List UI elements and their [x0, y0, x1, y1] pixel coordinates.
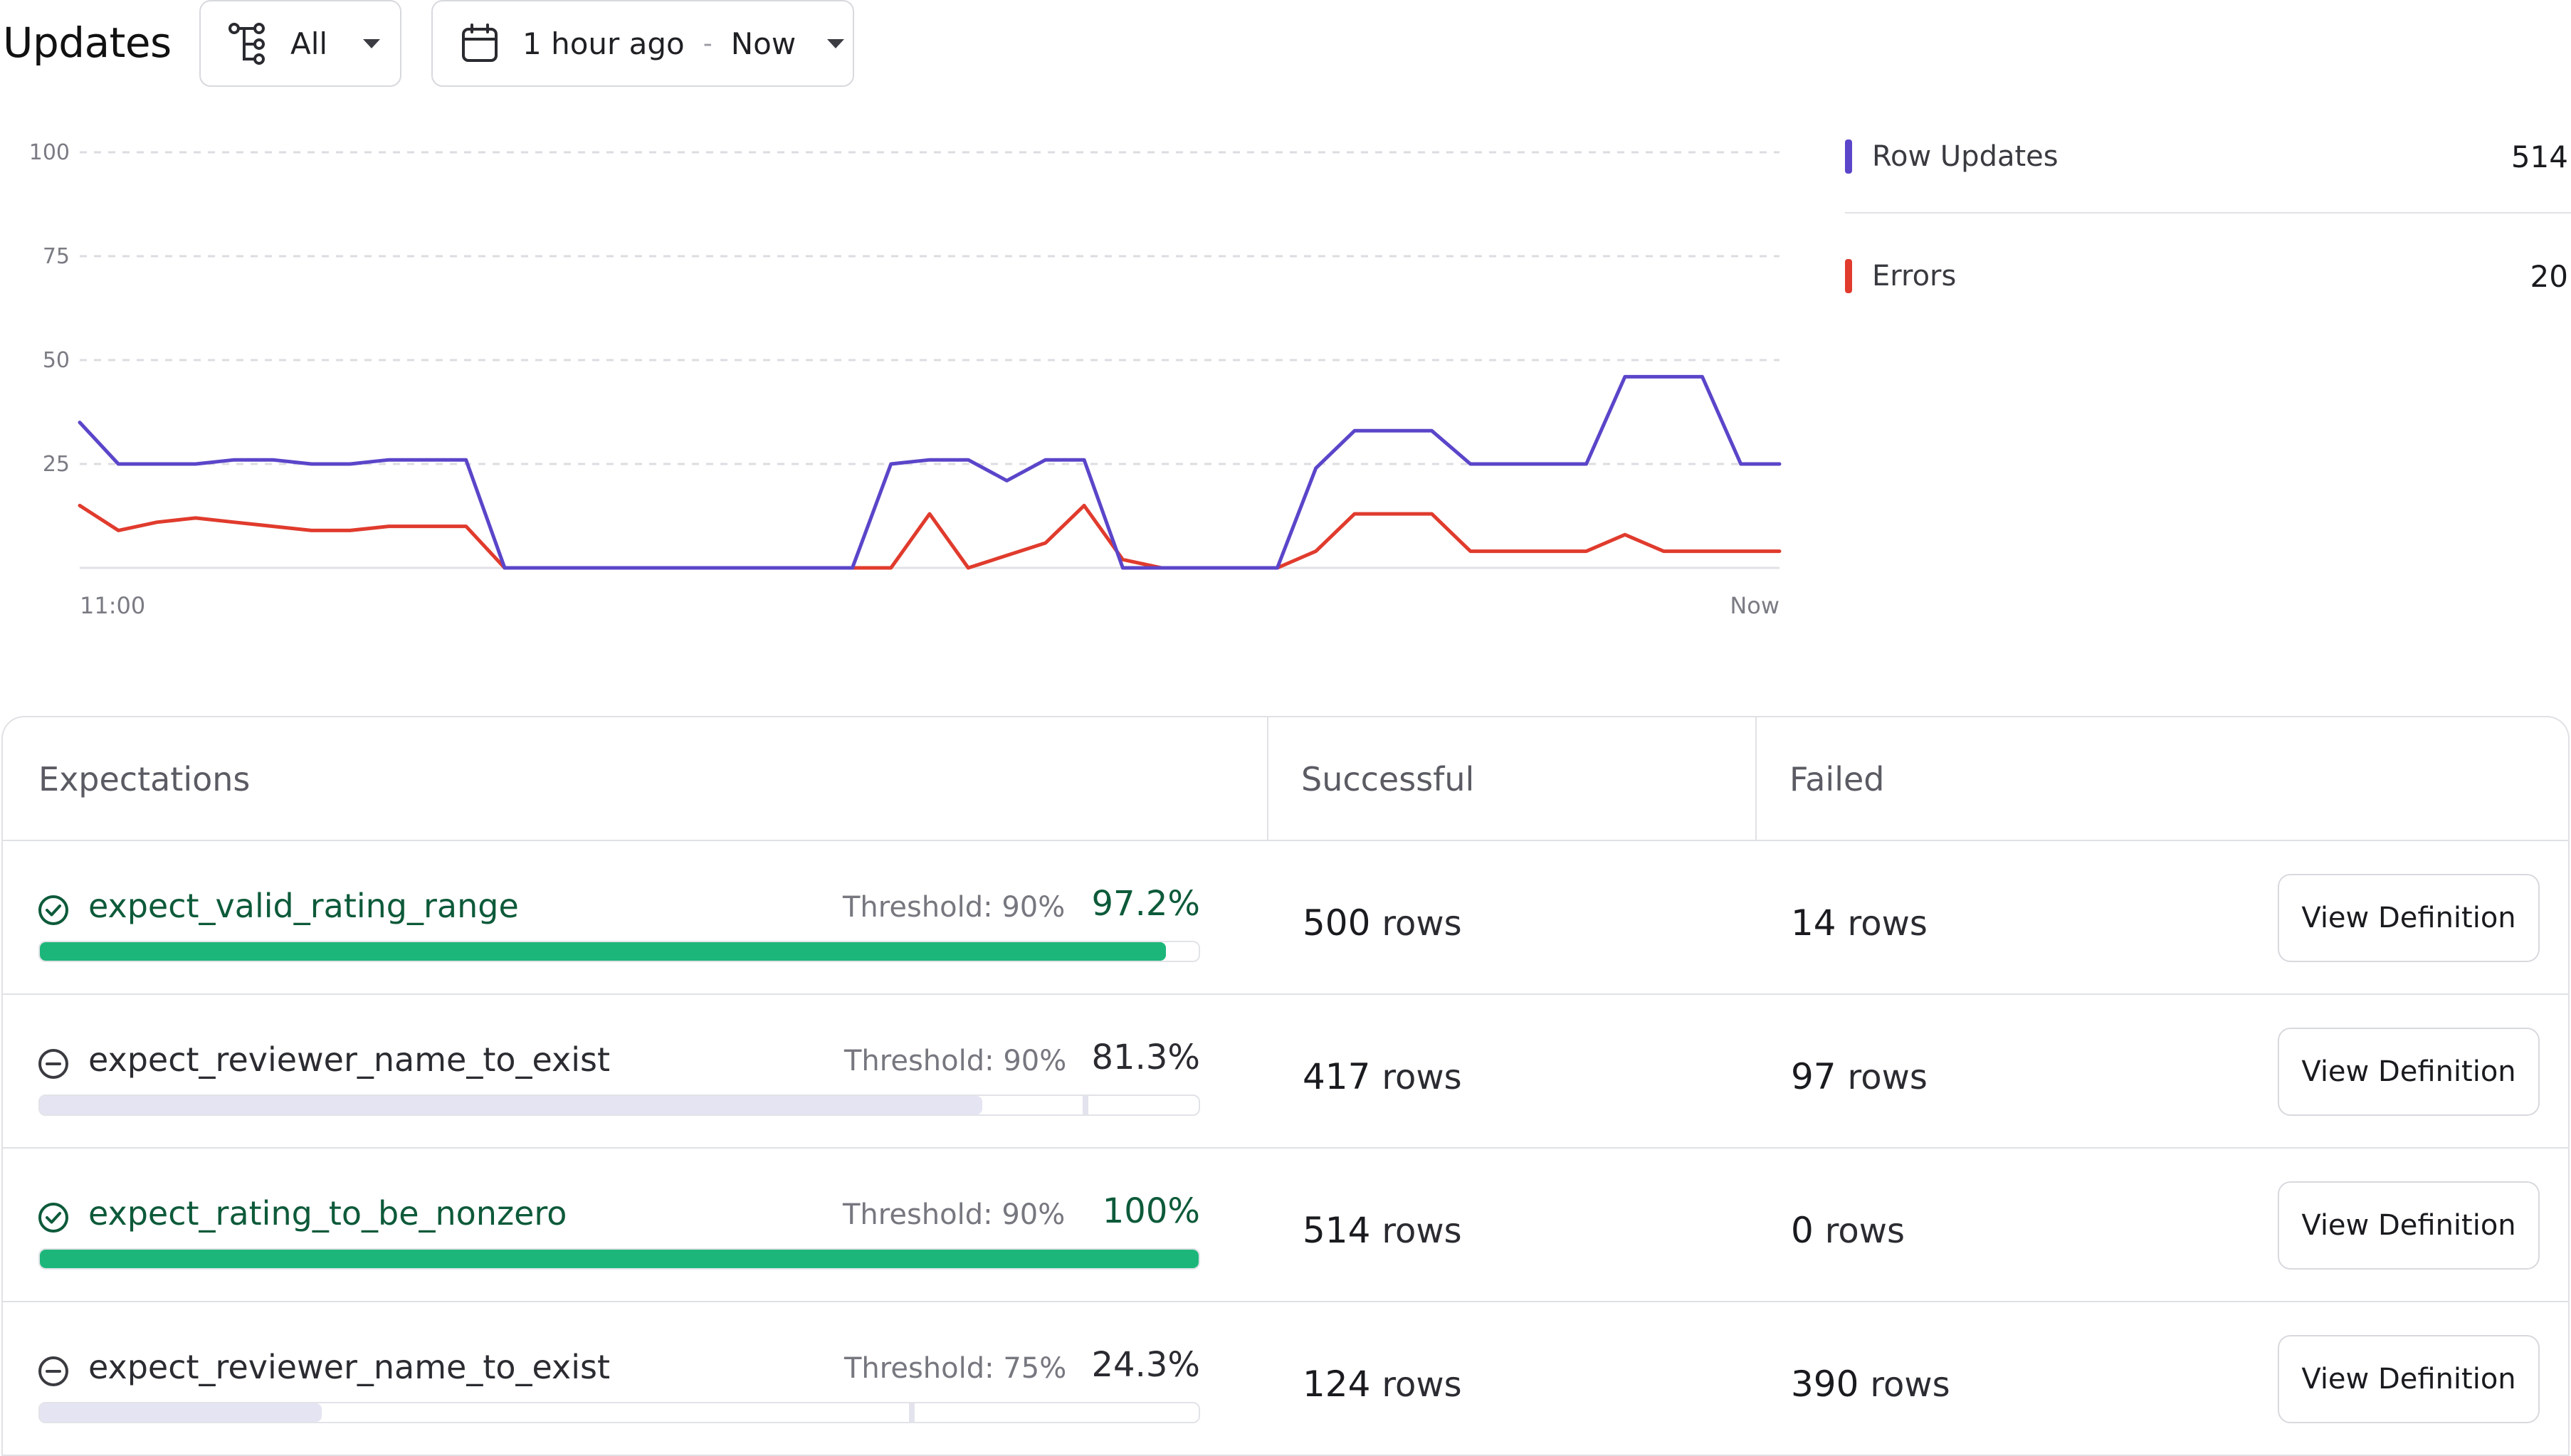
- progress-fill: [40, 1096, 982, 1114]
- updates-line-chart: 100 75 50 25 11:00 Now: [29, 140, 1782, 619]
- date-to-label: Now: [730, 26, 796, 61]
- success-progress-bar: [38, 1248, 1200, 1270]
- table-header: Expectations Successful Failed: [3, 717, 2568, 841]
- threshold-label: Threshold: 90%: [844, 1045, 1067, 1077]
- series-line-row-updates: [78, 374, 1782, 570]
- legend-item-row-updates: Row Updates 514: [1845, 135, 2571, 178]
- progress-fill: [40, 1250, 1199, 1268]
- chevron-down-icon: [363, 38, 381, 48]
- filter-label: All: [290, 26, 328, 61]
- failed-count: 14 rows: [1791, 902, 1928, 944]
- threshold-label: Threshold: 90%: [843, 891, 1066, 924]
- view-definition-button[interactable]: View Definition: [2278, 1028, 2540, 1116]
- progress-fill: [40, 1403, 322, 1422]
- legend-item-errors: Errors 20: [1845, 255, 2571, 297]
- expectation-name: expect_reviewer_name_to_exist: [88, 1040, 611, 1079]
- failed-count: 0 rows: [1791, 1210, 1905, 1251]
- view-definition-button[interactable]: View Definition: [2278, 1181, 2540, 1270]
- pipeline-filter-dropdown[interactable]: All: [199, 0, 401, 87]
- column-divider: [1267, 717, 1268, 840]
- success-progress-bar: [38, 941, 1200, 962]
- successful-count: 124 rows: [1303, 1363, 1462, 1405]
- successful-count: 514 rows: [1303, 1210, 1462, 1251]
- view-definition-button[interactable]: View Definition: [2278, 874, 2540, 962]
- legend-value: 20: [2530, 258, 2568, 294]
- threshold-label: Threshold: 90%: [843, 1198, 1066, 1231]
- threshold-marker: [909, 1403, 915, 1422]
- check-circle-icon: [37, 894, 70, 929]
- failed-count: 390 rows: [1791, 1363, 1950, 1405]
- progress-fill: [40, 942, 1167, 961]
- successful-count: 500 rows: [1303, 902, 1462, 944]
- column-header-successful: Successful: [1301, 760, 1475, 798]
- date-separator: -: [703, 28, 713, 58]
- table-row: expect_valid_rating_range Threshold: 90% 9…: [3, 840, 2568, 995]
- column-header-failed: Failed: [1789, 760, 1885, 798]
- table-row: expect_reviewer_name_to_exist Threshold: …: [3, 1301, 2568, 1456]
- check-circle-icon: [37, 1201, 70, 1237]
- expectation-name: expect_valid_rating_range: [88, 887, 519, 925]
- success-percent: 81.3%: [1091, 1038, 1200, 1077]
- expectation-name: expect_reviewer_name_to_exist: [88, 1348, 611, 1386]
- threshold-label: Threshold: 75%: [844, 1352, 1067, 1385]
- page-title: Updates: [3, 19, 172, 67]
- table-row: expect_rating_to_be_nonzero Threshold: 90…: [3, 1147, 2568, 1302]
- series-line-errors: [78, 503, 1782, 570]
- table-row: expect_reviewer_name_to_exist Threshold: …: [3, 993, 2568, 1149]
- y-tick-label: 25: [43, 452, 70, 477]
- expectation-name: expect_rating_to_be_nonzero: [88, 1194, 567, 1233]
- legend-divider: [1845, 212, 2571, 213]
- legend-value: 514: [2510, 139, 2568, 174]
- hierarchy-icon: [228, 23, 265, 65]
- successful-count: 417 rows: [1303, 1056, 1462, 1097]
- date-from-label: 1 hour ago: [522, 26, 685, 61]
- x-tick-label: Now: [1730, 592, 1779, 619]
- success-progress-bar: [38, 1094, 1200, 1116]
- date-range-dropdown[interactable]: 1 hour ago - Now: [431, 0, 854, 87]
- legend-label: Row Updates: [1872, 140, 2059, 173]
- y-tick-label: 50: [43, 348, 70, 373]
- legend-label: Errors: [1872, 260, 1957, 292]
- legend-swatch-errors: [1845, 259, 1852, 293]
- success-percent: 97.2%: [1091, 884, 1200, 924]
- threshold-marker: [1083, 1096, 1089, 1114]
- column-header-expectations: Expectations: [38, 760, 251, 798]
- success-progress-bar: [38, 1402, 1200, 1423]
- legend-swatch-row-updates: [1845, 139, 1852, 174]
- success-percent: 100%: [1102, 1191, 1200, 1231]
- y-tick-label: 100: [29, 140, 70, 165]
- calendar-icon: [462, 23, 498, 62]
- minus-circle-icon: [37, 1355, 70, 1391]
- column-divider: [1755, 717, 1757, 840]
- minus-circle-icon: [37, 1048, 70, 1083]
- success-percent: 24.3%: [1091, 1345, 1200, 1385]
- chevron-down-icon: [827, 38, 845, 48]
- expectations-table: Expectations Successful Failed expect_va…: [1, 716, 2570, 1456]
- x-tick-label: 11:00: [80, 592, 145, 619]
- view-definition-button[interactable]: View Definition: [2278, 1335, 2540, 1423]
- failed-count: 97 rows: [1791, 1056, 1928, 1097]
- y-tick-label: 75: [43, 244, 70, 269]
